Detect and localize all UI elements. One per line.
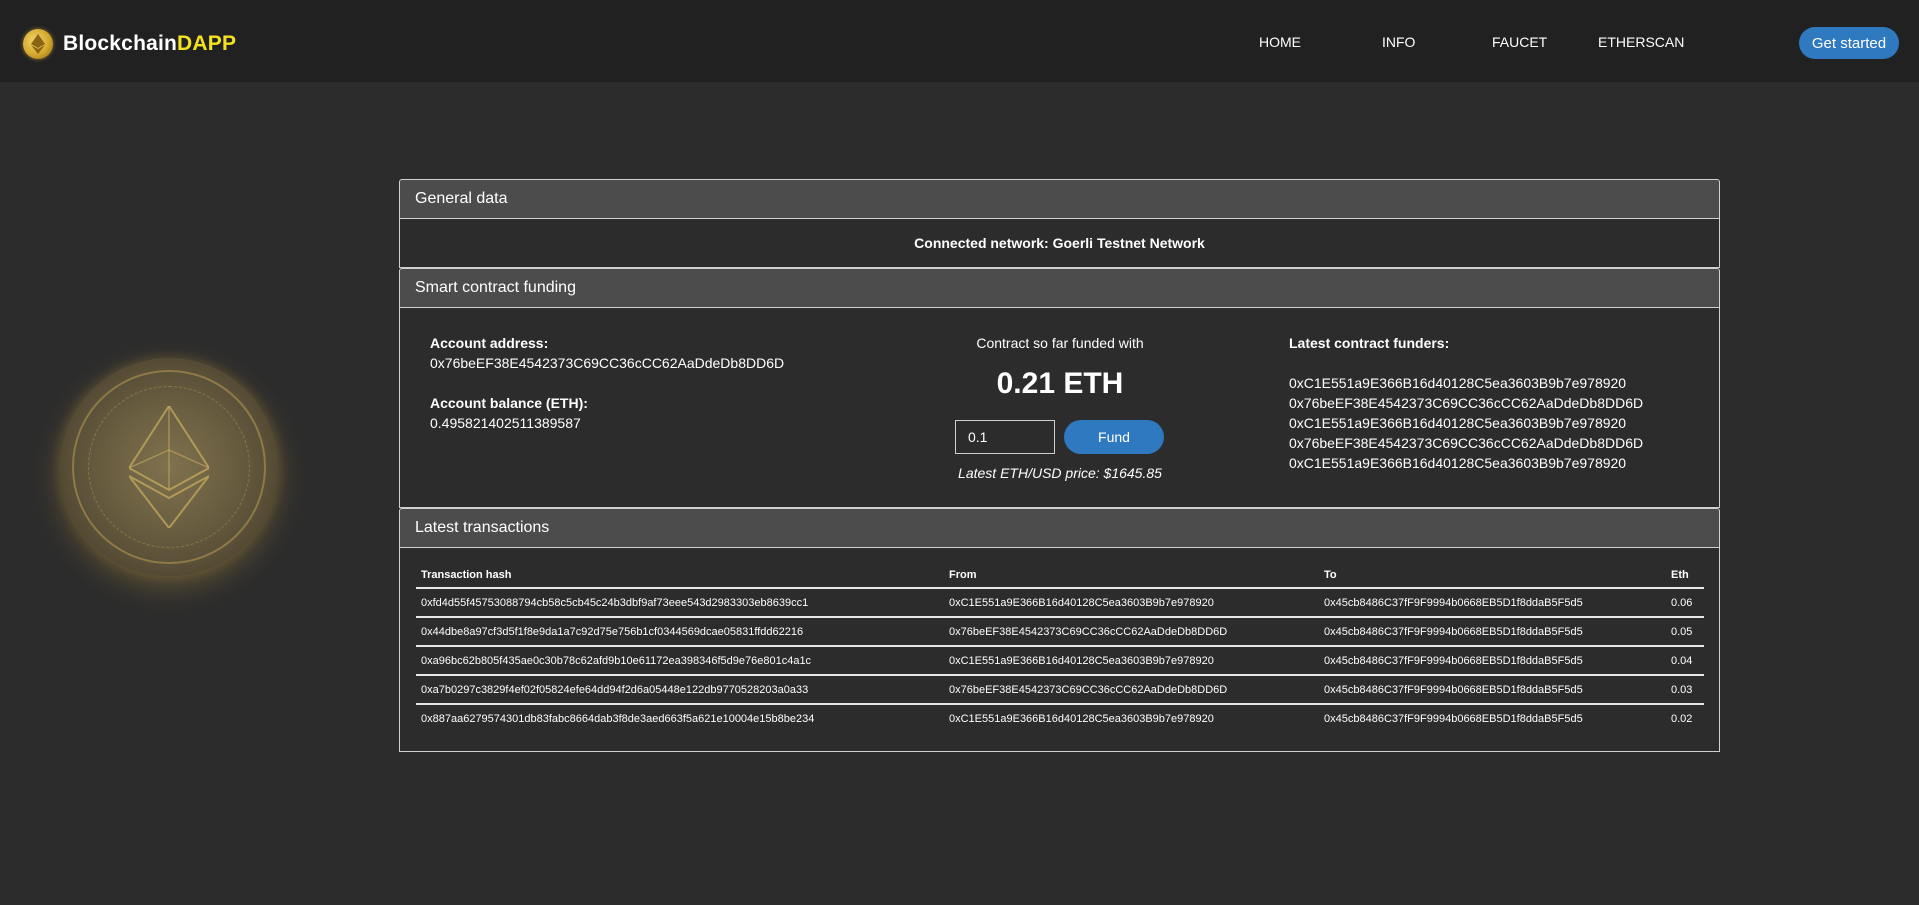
connected-network-text: Connected network: Goerli Testnet Networ… [914,235,1205,251]
funding-header: Smart contract funding [399,268,1720,308]
funder-address: 0xC1E551a9E366B16d40128C5ea3603B9b7e9789… [1289,455,1627,471]
table-row: 0xa96bc62b805f435ae0c30b78c62afd9b10e611… [416,646,1704,676]
tx-hash: 0xa7b0297c3829f4ef02f05824efe64dd94f2d6a… [416,675,944,705]
general-data-header: General data [399,179,1720,219]
fund-amount-input[interactable] [955,420,1055,454]
brand-accent: DAPP [177,32,237,55]
nav-home[interactable]: HOME [1259,34,1301,50]
tx-to: 0x45cb8486C37fF9F9994b0668EB5D1f8ddaB5F5… [1319,675,1666,705]
ethereum-icon [129,406,209,528]
fund-button[interactable]: Fund [1064,420,1164,454]
tx-from: 0xC1E551a9E366B16d40128C5ea3603B9b7e9789… [949,713,1214,725]
table-row: 0xa7b0297c3829f4ef02f05824efe64dd94f2d6a… [416,675,1704,705]
eth-usd-price: Latest ETH/USD price: $1645.85 [958,465,1162,481]
funder-address: 0x76beEF38E4542373C69CC36cCC62AaDdeDb8DD… [1289,435,1644,451]
funding-panel: Account address: 0x76beEF38E4542373C69CC… [399,308,1720,508]
tx-hash: 0xfd4d55f45753088794cb58c5cb45c24b3dbf9a… [416,588,944,618]
tx-eth: 0.04 [1666,646,1704,676]
tx-from: 0x76beEF38E4542373C69CC36cCC62AaDdeDb8DD… [944,675,1319,705]
tx-eth: 0.05 [1666,617,1704,647]
general-data-title: General data [415,190,508,207]
transactions-table: Transaction hash From To Eth 0xfd4d55f45… [416,562,1704,733]
funder-address: 0x76beEF38E4542373C69CC36cCC62AaDdeDb8DD… [1289,395,1644,411]
tx-from: 0xC1E551a9E366B16d40128C5ea3603B9b7e9789… [944,646,1319,676]
tx-to: 0x45cb8486C37fF9F9994b0668EB5D1f8ddaB5F5… [1324,713,1583,725]
funded-amount: 0.21 ETH [996,367,1124,400]
transactions-panel: Transaction hash From To Eth 0xfd4d55f45… [399,548,1720,752]
get-started-button[interactable]: Get started [1799,27,1899,59]
tx-to: 0x45cb8486C37fF9F9994b0668EB5D1f8ddaB5F5… [1319,588,1666,618]
contract-funders: Latest contract funders: 0xC1E551a9E366B… [1289,333,1709,473]
table-header-row: Transaction hash From To Eth [416,562,1704,589]
tx-eth: 0.06 [1666,588,1704,618]
tx-hash: 0x887aa6279574301db83fabc8664dab3f8de3ae… [421,713,815,725]
funder-address: 0xC1E551a9E366B16d40128C5ea3603B9b7e9789… [1289,415,1627,431]
col-from-header: From [944,562,1319,589]
tx-hash: 0xa96bc62b805f435ae0c30b78c62afd9b10e611… [416,646,944,676]
account-address-label: Account address: [430,335,549,351]
account-info: Account address: 0x76beEF38E4542373C69CC… [430,333,850,433]
col-hash-header: Transaction hash [416,562,944,589]
tx-to: 0x45cb8486C37fF9F9994b0668EB5D1f8ddaB5F5… [1319,646,1666,676]
tx-from: 0x76beEF38E4542373C69CC36cCC62AaDdeDb8DD… [944,617,1319,647]
table-row: 0x887aa6279574301db83fabc8664dab3f8de3ae… [416,704,1704,733]
funders-label: Latest contract funders: [1289,335,1450,351]
top-navbar: BlockchainDAPP HOME INFO FAUCET ETHERSCA… [0,0,1919,82]
brand[interactable]: BlockchainDAPP [23,29,236,59]
table-row: 0x44dbe8a97cf3d5f1f8e9da1a7c92d75e756b1c… [416,617,1704,647]
tx-from: 0xC1E551a9E366B16d40128C5ea3603B9b7e9789… [944,588,1319,618]
nav-etherscan[interactable]: ETHERSCAN [1598,34,1684,50]
general-data-panel: Connected network: Goerli Testnet Networ… [399,219,1720,268]
nav-info[interactable]: INFO [1382,34,1415,50]
col-eth-header: Eth [1666,562,1704,589]
ethereum-coin-image [60,358,278,576]
nav-faucet[interactable]: FAUCET [1492,34,1547,50]
account-address-value: 0x76beEF38E4542373C69CC36cCC62AaDdeDb8DD… [430,355,785,371]
tx-hash: 0x44dbe8a97cf3d5f1f8e9da1a7c92d75e756b1c… [416,617,944,647]
funded-label: Contract so far funded with [976,335,1144,351]
account-balance-value: 0.495821402511389587 [430,415,581,431]
col-to-header: To [1319,562,1666,589]
funding-title: Smart contract funding [415,279,576,296]
tx-eth: 0.02 [1671,713,1693,725]
coin-logo-icon [23,29,53,59]
transactions-title: Latest transactions [415,519,550,536]
transactions-header: Latest transactions [399,508,1720,548]
account-balance-label: Account balance (ETH): [430,395,588,411]
tx-eth: 0.03 [1666,675,1704,705]
funder-address: 0xC1E551a9E366B16d40128C5ea3603B9b7e9789… [1289,375,1627,391]
table-row: 0xfd4d55f45753088794cb58c5cb45c24b3dbf9a… [416,588,1704,618]
tx-to: 0x45cb8486C37fF9F9994b0668EB5D1f8ddaB5F5… [1319,617,1666,647]
brand-name: Blockchain [63,32,178,55]
